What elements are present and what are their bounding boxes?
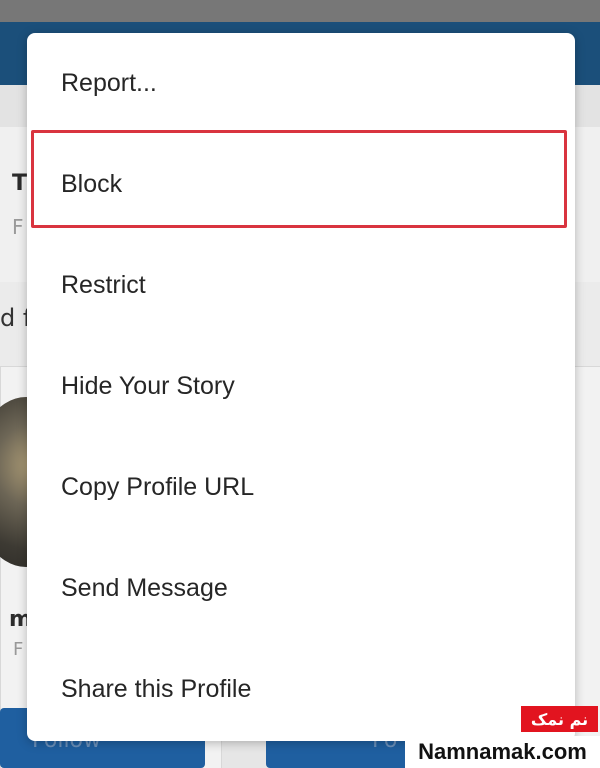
menu-item-label: Restrict: [61, 271, 146, 299]
menu-item-label: Block: [61, 170, 123, 198]
profile-name-fragment: T: [12, 171, 28, 196]
card-subtext-fragment: F: [13, 639, 24, 660]
menu-item-label: Send Message: [61, 574, 228, 602]
menu-item-restrict[interactable]: Restrict: [27, 235, 575, 336]
menu-item-label: Copy Profile URL: [61, 473, 255, 501]
menu-item-share-profile[interactable]: Share this Profile: [27, 639, 575, 740]
watermark-site: Namnamak.com: [405, 736, 600, 768]
menu-item-block[interactable]: Block: [27, 134, 575, 235]
menu-item-copy-profile-url[interactable]: Copy Profile URL: [27, 437, 575, 538]
status-bar: [0, 0, 600, 22]
watermark-badge: نم نمک: [521, 706, 598, 732]
profile-options-dialog: Report... Block Restrict Hide Your Story…: [27, 33, 575, 741]
menu-item-label: Share this Profile: [61, 675, 252, 703]
profile-subtext-fragment: F: [12, 215, 24, 239]
menu-item-hide-your-story[interactable]: Hide Your Story: [27, 336, 575, 437]
screen: T F d f m F Follow Fo Report... Block Re…: [0, 0, 600, 768]
menu-item-label: Report...: [61, 69, 157, 97]
menu-item-send-message[interactable]: Send Message: [27, 538, 575, 639]
menu-item-label: Hide Your Story: [61, 372, 235, 400]
menu-item-report[interactable]: Report...: [27, 33, 575, 134]
